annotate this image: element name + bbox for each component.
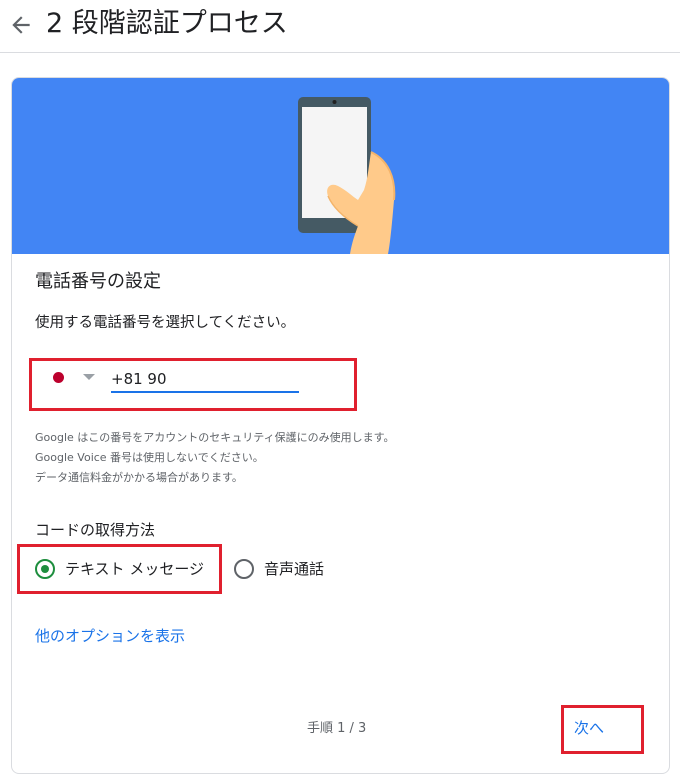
hand-holding-phone-illustration (298, 97, 396, 254)
radio-voice-call[interactable]: 音声通話 (234, 559, 324, 579)
radio-unchecked-icon[interactable] (234, 559, 254, 579)
next-button[interactable]: 次へ (574, 714, 604, 742)
radio-label: 音声通話 (264, 560, 325, 578)
radio-label: テキスト メッセージ (65, 560, 205, 578)
code-method-label: コードの取得方法 (35, 521, 156, 539)
page-header: 2 段階認証プロセス (0, 0, 680, 53)
radio-text-message[interactable]: テキスト メッセージ (35, 559, 204, 579)
setup-card: 電話番号の設定 使用する電話番号を選択してください。 Google はこの番号を… (11, 77, 670, 774)
instruction-text: 使用する電話番号を選択してください。 (35, 315, 296, 331)
note-line: データ通信料金がかかる場合があります。 (35, 471, 243, 484)
radio-checked-icon[interactable] (35, 559, 55, 579)
japan-flag-icon (53, 372, 64, 383)
note-line: Google Voice 番号は使用しないでください。 (35, 451, 264, 464)
show-more-options-link[interactable]: 他のオプションを表示 (35, 626, 185, 646)
arrow-left-icon[interactable] (8, 12, 34, 38)
hero-banner (12, 78, 669, 254)
note-line: Google はこの番号をアカウントのセキュリティ保護にのみ使用します。 (35, 431, 395, 444)
step-indicator: 手順 1 / 3 (307, 721, 367, 736)
country-dropdown-icon[interactable] (83, 374, 95, 380)
section-title: 電話番号の設定 (35, 271, 161, 292)
phone-number-input[interactable] (111, 366, 299, 393)
phone-usage-notes: Google はこの番号をアカウントのセキュリティ保護にのみ使用します。 Goo… (35, 428, 395, 488)
page-title: 2 段階認証プロセス (46, 8, 288, 39)
